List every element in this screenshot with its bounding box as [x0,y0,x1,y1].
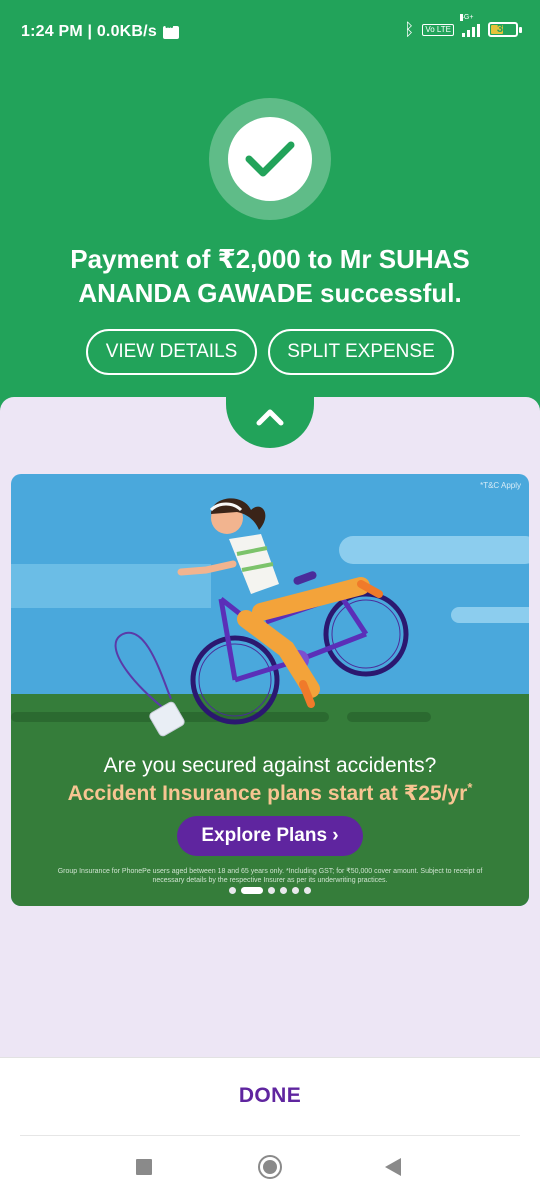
split-expense-button[interactable]: SPLIT EXPENSE [268,329,454,375]
view-details-button[interactable]: VIEW DETAILS [86,329,257,375]
banner-question: Are you secured against accidents? [103,754,437,777]
back-icon[interactable] [385,1158,401,1176]
network-type-label: 4G+ [460,13,474,21]
insurance-promo-banner[interactable]: *T&C Apply Are you secured against accid… [11,474,529,906]
chevron-up-icon [256,409,284,426]
carousel-indicator[interactable] [11,887,529,894]
carousel-dot[interactable] [304,887,311,894]
status-time: 1:24 PM | 0.0KB/s [21,23,157,40]
carousel-dot[interactable] [229,887,236,894]
payment-success-message: Payment of ₹2,000 to Mr SUHAS ANANDA GAW… [70,244,470,308]
check-icon [228,117,312,201]
banner-offer: Accident Insurance plans start at ₹25/yr… [11,780,529,806]
done-button[interactable]: DONE [0,1084,540,1108]
battery-icon: 37 [488,22,522,37]
home-icon[interactable] [258,1155,282,1179]
battery-level: 37 [496,23,510,35]
signal-icon: 4G+ [460,13,480,37]
carousel-dot[interactable] [241,887,263,894]
success-header: 1:24 PM | 0.0KB/s ᛒ Vo LTE 4G+ 37 Paymen… [0,0,540,440]
tc-note: *T&C Apply [480,481,521,490]
message-notification-icon [162,22,179,39]
volte-icon: Vo LTE [422,23,454,36]
bluetooth-icon: ᛒ [404,20,415,39]
insurance-disclaimer: Group Insurance for PhonePe users aged b… [57,868,483,884]
offer-price: ₹25/yr [403,782,468,805]
status-right: ᛒ Vo LTE 4G+ 37 [404,13,522,39]
success-badge [209,98,331,220]
status-bar: 1:24 PM | 0.0KB/s ᛒ Vo LTE 4G+ 37 [0,0,540,64]
offer-asterisk: * [467,780,473,795]
explore-plans-button[interactable]: Explore Plans › [177,816,363,856]
offer-text: Accident Insurance plans start at [67,782,404,805]
carousel-dot[interactable] [292,887,299,894]
done-bar: DONE [0,1057,540,1137]
status-left: 1:24 PM | 0.0KB/s [21,22,179,41]
recents-icon[interactable] [136,1159,152,1175]
system-nav-bar [0,1136,540,1200]
carousel-dot[interactable] [268,887,275,894]
carousel-dot[interactable] [280,887,287,894]
